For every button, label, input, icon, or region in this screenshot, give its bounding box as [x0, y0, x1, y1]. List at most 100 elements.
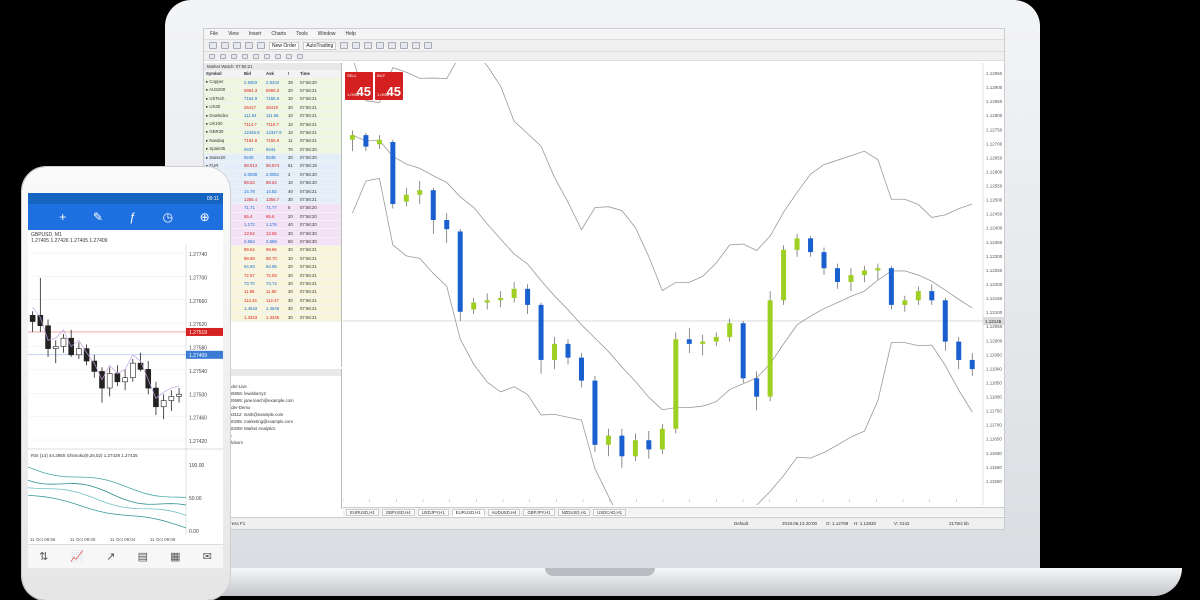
time-cell: 07:56:20 — [300, 222, 317, 228]
market-watch-row[interactable]: ▸ Swiss20 9245 9248 30 07:56:20 — [204, 153, 341, 163]
spread-cell: 20 — [288, 272, 293, 278]
chart-icon[interactable]: 📈 — [70, 550, 84, 563]
market-watch-row[interactable]: ▸ Nasdaq 7154.8 7155.9 11 07:56:21 — [204, 137, 341, 146]
pen-icon[interactable]: ✎ — [93, 211, 103, 223]
market-watch-row[interactable]: ▸ Spain35 9437 9444 70 07:56:20 — [204, 145, 341, 154]
crosshair-icon[interactable]: + — [59, 211, 66, 223]
spread-cell: 10 — [288, 121, 293, 127]
status-bar: For Help, press F1 Default 2019.06.13 20… — [204, 517, 1004, 529]
messages-icon[interactable]: ✉ — [203, 550, 212, 563]
label-icon[interactable] — [297, 53, 303, 59]
chart-tab[interactable]: USDCAD,H1 — [593, 508, 626, 516]
market-watch-row[interactable]: ▸ AUS200 5964.3 5966.3 20 07:56:21 — [204, 86, 341, 96]
menu-item[interactable]: Tools — [296, 31, 308, 37]
one-click-trading-panel: SELL 1.0956 45 BUY 1.0958 45 — [345, 72, 403, 100]
market-watch-row[interactable]: ▸ Dowlndex 111.54 111.55 10 07:56:21 — [204, 111, 341, 121]
column-header[interactable]: Symbol — [206, 71, 244, 76]
indicator-icon[interactable]: ƒ — [129, 211, 136, 223]
chart-tab[interactable]: GBPUSD,H4 — [381, 508, 415, 516]
zoom-in-icon[interactable] — [376, 42, 385, 49]
time-cell: 07:56:21 — [300, 289, 317, 295]
trade-icon[interactable]: ⊕ — [200, 211, 210, 223]
market-watch-row[interactable]: ▸ UK100 7114.7 7115.7 10 07:56:21 — [204, 120, 341, 129]
price-tick-label: 1.12300 — [986, 254, 1003, 259]
history-icon[interactable]: ▤ — [138, 550, 148, 563]
bid-cell: 99.64 — [244, 247, 255, 253]
cursor-icon[interactable] — [209, 53, 215, 59]
column-header[interactable]: Time — [300, 71, 330, 76]
candle-body — [686, 339, 692, 344]
trade-tab-icon[interactable]: ↗ — [106, 550, 115, 563]
navigator-icon[interactable] — [245, 42, 253, 49]
bar-chart-icon[interactable] — [340, 42, 349, 49]
menu-item[interactable]: View — [228, 31, 239, 37]
market-watch-icon[interactable] — [233, 42, 241, 49]
current-price-label: 1.12145 — [985, 319, 1002, 324]
channel-icon[interactable] — [264, 53, 270, 59]
quotes-icon[interactable]: ⇅ — [39, 550, 48, 563]
candle-body — [565, 343, 571, 358]
buy-button[interactable]: BUY 1.0958 45 — [375, 72, 403, 100]
price-chart-svg: 1.12950 1.12900 1.12850 1.12800 1.12750 1.127… — [342, 50, 1004, 529]
price-tick-label: 1.12050 — [986, 324, 1003, 329]
clock-icon[interactable]: ◷ — [163, 211, 173, 223]
tile-windows-icon[interactable] — [400, 42, 409, 49]
candle-body — [363, 135, 369, 147]
phone-price-tick: 1.27740 — [189, 252, 207, 258]
market-watch-row[interactable]: ▸ GER30 12346.9 12347.9 10 07:56:21 — [204, 128, 341, 138]
price-chart[interactable]: 1.12950 1.12900 1.12850 1.12800 1.12750 1.127… — [342, 50, 1004, 529]
candlestick-icon[interactable] — [352, 42, 361, 49]
zoom-out-icon[interactable] — [388, 42, 397, 49]
periods-icon[interactable] — [424, 42, 433, 49]
column-header[interactable]: ! — [288, 71, 300, 76]
bid-cell: 7114.7 — [244, 121, 257, 127]
candle-body — [659, 428, 665, 450]
new-chart-icon[interactable] — [209, 42, 217, 49]
symbol-cell: ▸ AUS200 — [206, 87, 226, 93]
column-header[interactable]: Bid — [244, 71, 266, 76]
news-icon[interactable]: ▦ — [170, 550, 180, 563]
spread-cell: 10 — [288, 180, 293, 186]
new-order-button[interactable]: New Order — [269, 41, 300, 50]
horizontal-line-icon[interactable] — [242, 53, 248, 59]
crosshair-icon[interactable] — [220, 53, 226, 59]
text-icon[interactable] — [286, 53, 292, 59]
ask-cell: 64.95 — [266, 264, 277, 270]
candle-body — [969, 359, 975, 370]
market-watch-row[interactable]: ▸ Copper 2.8303 2.8342 39 07:56:20 — [204, 78, 341, 87]
indicators-icon[interactable] — [412, 42, 421, 49]
fibonacci-icon[interactable] — [275, 53, 281, 59]
trendline-icon[interactable] — [253, 53, 259, 59]
phone-time-label: 11 Oct 09:04 — [110, 537, 136, 542]
price-tick-label: 1.12150 — [986, 296, 1003, 301]
indicator-line-2 — [28, 479, 187, 506]
chart-tab[interactable]: EURUSD,H1 — [451, 508, 485, 516]
menu-item[interactable]: File — [210, 31, 218, 37]
phone-app-bar: + ✎ ƒ ◷ ⊕ — [28, 204, 223, 230]
mobile-app-screen: 09:11 + ✎ ƒ ◷ ⊕ GBPUSD, M1 1.27405 1.274… — [28, 193, 223, 568]
terminal-icon[interactable] — [257, 42, 265, 49]
line-chart-icon[interactable] — [364, 42, 373, 49]
chart-tab[interactable]: USDJPY,H1 — [417, 508, 449, 516]
chart-tab[interactable]: EURUSD,H1 — [346, 508, 379, 516]
candle-body — [821, 252, 827, 269]
phone-candle-body — [168, 396, 175, 401]
vertical-line-icon[interactable] — [231, 53, 237, 59]
market-watch-row[interactable]: ▸ US30 26417 26419 20 07:56:21 — [204, 103, 341, 112]
candle-body — [538, 304, 544, 360]
profiles-icon[interactable] — [221, 42, 229, 49]
market-watch-row[interactable]: ▸ EUR 88.813 88.874 61 07:56:19 — [204, 162, 341, 171]
menu-item[interactable]: Help — [346, 31, 356, 37]
phone-chart-svg[interactable]: 1.27740 1.27700 1.27660 1.27620 1.27580 1.275… — [28, 245, 223, 545]
product-showcase: File View Insert Charts Tools Window Help New … — [0, 0, 1200, 600]
menu-item[interactable]: Insert — [249, 31, 262, 37]
sell-button[interactable]: SELL 1.0956 45 — [345, 72, 373, 100]
auto-trading-button[interactable]: AutoTrading — [303, 41, 337, 50]
market-watch-row[interactable]: ▸ USTech 7154.9 7155.9 10 07:56:21 — [204, 95, 341, 104]
column-header[interactable]: Ask — [266, 71, 288, 76]
menu-item[interactable]: Charts — [271, 31, 286, 37]
menu-item[interactable]: Window — [318, 31, 336, 37]
chart-tab[interactable]: GBPJPY,H1 — [523, 508, 555, 516]
chart-tab[interactable]: NZDUSD,H1 — [557, 508, 591, 516]
chart-tab[interactable]: AUDUSD,H4 — [487, 508, 521, 516]
